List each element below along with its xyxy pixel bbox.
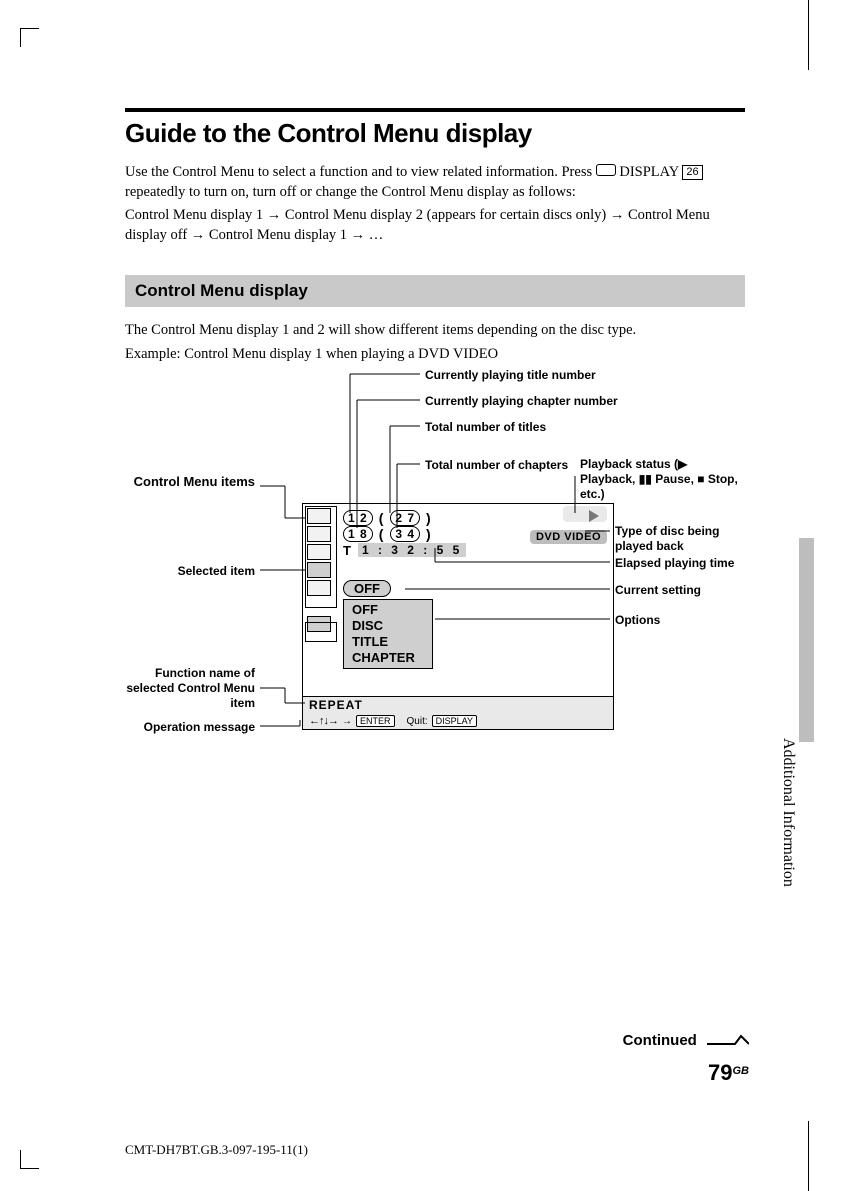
continued-arrow-icon [707, 1033, 749, 1050]
playback-status-area [563, 506, 607, 522]
intro-text: Use the Control Menu to select a functio… [125, 164, 592, 180]
osd-bottom-bar: REPEAT ←↑↓→ → ENTER Quit: DISPLAY [303, 696, 613, 729]
current-setting-value: OFF [343, 580, 391, 597]
osd-screen: 1 2 (2 7) 1 8 (3 4) T 1 : 3 2 : 5 5 DVD … [302, 503, 614, 730]
display-button-icon [596, 164, 616, 176]
option-item: TITLE [352, 634, 424, 650]
page-region: GB [733, 1065, 750, 1077]
section-tab: Additional Information [799, 538, 814, 742]
setting-options-block: OFF OFF DISC TITLE CHAPTER [343, 580, 433, 669]
crop-mark [20, 28, 39, 47]
arrow-keys-icon: ←↑↓→ [309, 715, 338, 727]
section-text: The Control Menu display 1 and 2 will sh… [125, 321, 745, 341]
callout-playback-status: Playback status (▶ Playback, ▮▮ Pause, ■… [580, 457, 745, 502]
callout-title-number: Currently playing title number [425, 368, 596, 383]
option-item: OFF [352, 602, 424, 618]
callout-chapter-number: Currently playing chapter number [425, 394, 618, 409]
display-keycap: DISPLAY [432, 715, 477, 727]
crop-mark [808, 0, 809, 70]
elapsed-time-value: 1 : 3 2 : 5 5 [358, 543, 466, 557]
menu-icon-column [307, 508, 337, 634]
total-chapters-value: 3 4 [390, 526, 420, 542]
section-text: Example: Control Menu display 1 when pla… [125, 345, 745, 365]
menu-item-extra [305, 622, 337, 642]
callout-disc-type: Type of disc being played back [615, 524, 755, 554]
intro-sequence: Control Menu display 1 → Control Menu di… [125, 206, 745, 245]
page-number: 79GB [708, 1060, 749, 1086]
intro-paragraph: Use the Control Menu to select a functio… [125, 163, 745, 202]
callout-operation-message: Operation message [135, 720, 255, 735]
menu-icon [307, 580, 331, 596]
operation-help-line: ←↑↓→ → ENTER Quit: DISPLAY [309, 715, 477, 727]
play-icon [589, 510, 599, 522]
continued-indicator: Continued [623, 1032, 749, 1050]
callout-options: Options [615, 613, 660, 628]
callout-total-titles: Total number of titles [425, 420, 546, 435]
manual-page: Guide to the Control Menu display Use th… [0, 0, 854, 1191]
option-item: DISC [352, 618, 424, 634]
intro-text: repeatedly to turn on, turn off or chang… [125, 184, 576, 200]
menu-icon [307, 544, 331, 560]
reference-number: 26 [682, 165, 702, 180]
menu-icon [307, 526, 331, 542]
time-prefix: T [343, 543, 352, 558]
total-titles-value: 2 7 [390, 510, 420, 526]
control-menu-diagram: Currently playing title number Currently… [125, 368, 745, 838]
menu-icon-selected [307, 562, 331, 578]
callout-function-name: Function name of selected Control Menu i… [115, 666, 255, 711]
section-heading: Control Menu display [125, 275, 745, 307]
section-tab-label: Additional Information [779, 738, 797, 887]
option-item: CHAPTER [352, 650, 424, 666]
disc-type-badge: DVD VIDEO [530, 530, 607, 544]
continued-label: Continued [623, 1032, 697, 1049]
callout-elapsed-time: Elapsed playing time [615, 556, 734, 571]
enter-keycap: ENTER [356, 715, 395, 727]
callout-current-setting: Current setting [615, 583, 701, 598]
heading-rule [125, 108, 745, 112]
callout-total-chapters: Total number of chapters [425, 458, 568, 473]
content-column: Guide to the Control Menu display Use th… [125, 108, 745, 838]
page-number-value: 79 [708, 1060, 732, 1085]
crop-mark [808, 1121, 809, 1191]
current-title-value: 1 2 [343, 510, 373, 526]
quit-label: Quit: [407, 716, 428, 727]
page-title: Guide to the Control Menu display [125, 118, 745, 149]
callout-control-menu-items: Control Menu items [115, 474, 255, 490]
osd-info-block: 1 2 (2 7) 1 8 (3 4) T 1 : 3 2 : 5 5 [343, 510, 466, 558]
menu-icon [307, 508, 331, 524]
current-chapter-value: 1 8 [343, 526, 373, 542]
document-id: CMT-DH7BT.GB.3-097-195-11(1) [125, 1142, 308, 1158]
crop-mark [20, 1150, 39, 1169]
callout-selected-item: Selected item [135, 564, 255, 579]
options-list: OFF DISC TITLE CHAPTER [343, 599, 433, 669]
function-name-value: REPEAT [309, 698, 363, 712]
display-key-label: DISPLAY [619, 164, 678, 180]
